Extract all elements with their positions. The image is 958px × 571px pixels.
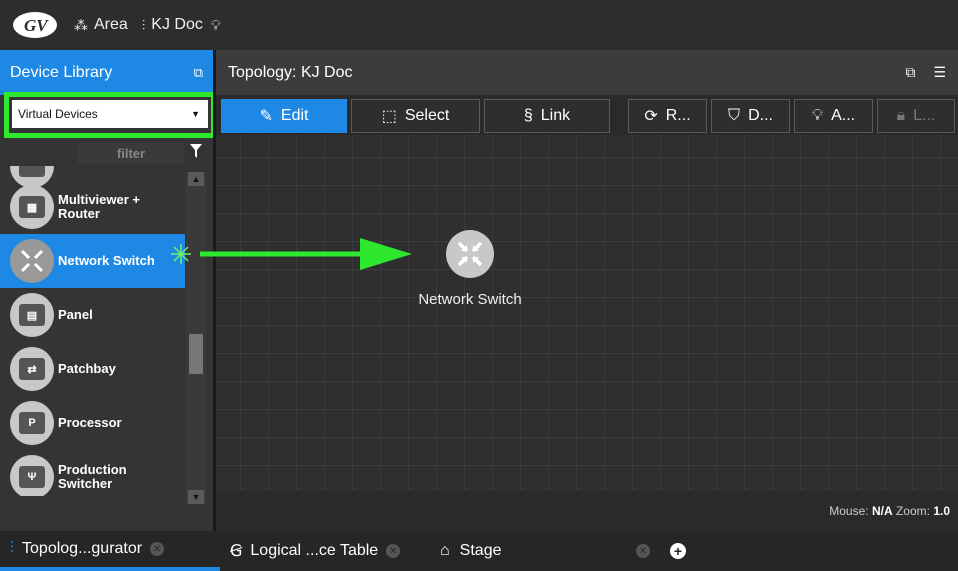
a-label: A... (831, 107, 856, 124)
edit-label: Edit (280, 107, 309, 124)
list-item-partial[interactable] (0, 166, 185, 188)
device-library-title: Device Library (10, 63, 113, 81)
area-menu[interactable]: ⁂ Area (74, 16, 128, 34)
tab-stage[interactable]: ⌂ Stage ✕ (430, 531, 660, 571)
edit-button[interactable]: ✎ Edit (221, 99, 347, 133)
chevron-down-icon: ▼ (191, 109, 200, 119)
topology-header: Topology: KJ Doc ⧉ ☰ (216, 50, 958, 95)
list-item-patchbay[interactable]: ⇄ Patchbay (0, 342, 185, 396)
bottom-tabs: ⫶ Topolog...gurator ✕ Ꞡ Logical ...ce Ta… (0, 531, 958, 571)
header-actions: ⧉ ☰ (906, 64, 946, 81)
zoom-label: Zoom: (895, 504, 930, 518)
add-tab-button[interactable]: + (660, 531, 696, 571)
status-bar: Mouse: N/A Zoom: 1.0 (216, 491, 958, 531)
close-icon[interactable]: ✕ (386, 544, 401, 558)
topology-panel: Topology: KJ Doc ⧉ ☰ ✎ Edit ⬚ Select § Link… (216, 50, 958, 531)
item-label: Panel (58, 307, 93, 322)
pencil-icon: ✎ (259, 108, 273, 125)
lock-icon: 🔒︎ (896, 107, 906, 124)
menu-icon[interactable]: ☰ (933, 64, 946, 80)
scrollbar-thumb[interactable] (189, 334, 203, 374)
mouse-value: N/A (871, 504, 893, 518)
lock-button[interactable]: 🔒︎ L... (877, 99, 955, 133)
link-button[interactable]: § Link (484, 99, 610, 133)
mouse-label: Mouse: (829, 504, 869, 518)
network-switch-node-label: Network Switch (418, 291, 522, 308)
undock-icon[interactable]: ⧉ (906, 64, 916, 80)
device-list-scrollbar[interactable]: ▲ ▼ (186, 172, 206, 504)
refresh-label: R... (665, 107, 691, 124)
cursor-select-icon: ⬚ (381, 108, 397, 125)
doc-menu[interactable]: ⫶ KJ Doc 💡︎ (142, 16, 227, 34)
area-icon: ⁂ (74, 16, 88, 33)
zoom-value: 1.0 (933, 504, 950, 518)
svg-text:GV: GV (24, 16, 49, 35)
scroll-down-icon[interactable]: ▼ (188, 490, 204, 504)
topology-canvas[interactable]: Network Switch (216, 135, 958, 491)
refresh-button[interactable]: ⟳ R... (628, 99, 707, 133)
item-label: Network Switch (58, 253, 155, 268)
topology-title: Topology: KJ Doc (228, 63, 353, 81)
list-item-multiviewer-router[interactable]: ▦ Multiviewer + Router (0, 180, 185, 234)
production-switcher-icon: Ψ (10, 455, 54, 496)
select-button[interactable]: ⬚ Select (351, 99, 480, 133)
device-category-dropdown[interactable]: Virtual Devices ▼ (12, 100, 208, 128)
filter-input[interactable]: filter (78, 142, 184, 164)
shield-icon: ⛉ (728, 107, 741, 124)
panel-icon: ▤ (10, 293, 54, 337)
d-label: D... (748, 107, 773, 124)
logical-icon: Ꞡ (230, 543, 243, 560)
lightbulb-icon: 💡︎ (811, 107, 824, 124)
list-item-panel[interactable]: ▤ Panel (0, 288, 185, 342)
list-item-processor[interactable]: P Processor (0, 396, 185, 450)
network-switch-node[interactable] (446, 230, 494, 278)
area-label: Area (94, 16, 128, 33)
tab-logical-device-table[interactable]: Ꞡ Logical ...ce Table ✕ (220, 531, 430, 571)
topology-icon: ⫶ (10, 540, 15, 557)
scroll-up-icon[interactable]: ▲ (188, 172, 204, 186)
doc-label: KJ Doc (151, 16, 203, 33)
network-switch-icon (10, 239, 54, 283)
device-library-header: Device Library ⧉ (0, 50, 213, 95)
tab-label: Logical ...ce Table (250, 542, 379, 559)
network-switch-icon (457, 241, 483, 267)
topology-icon: ⫶ (141, 16, 146, 33)
close-icon[interactable]: ✕ (636, 544, 650, 558)
item-label: Multiviewer + Router (58, 192, 140, 221)
tab-label: Stage (459, 542, 502, 559)
device-list: ▦ Multiviewer + Router Network Switch ▤ P… (0, 166, 185, 496)
plus-icon: + (670, 543, 686, 559)
filter-icon[interactable] (190, 144, 202, 158)
processor-icon: P (10, 401, 54, 445)
list-item-production-switcher[interactable]: Ψ Production Switcher (0, 450, 185, 496)
item-label: Production Switcher (58, 462, 127, 491)
close-icon[interactable]: ✕ (150, 542, 165, 556)
app-topbar: GV ⁂ Area ⫶ KJ Doc 💡︎ (0, 0, 958, 50)
tab-label: Topolog...gurator (22, 540, 143, 557)
select-label: Select (404, 107, 450, 124)
lightbulb-icon[interactable]: 💡︎ (211, 17, 221, 34)
patchbay-icon: ⇄ (10, 347, 54, 391)
link-icon: § (523, 107, 533, 124)
refresh-icon: ⟳ (644, 108, 658, 125)
item-label: Patchbay (58, 361, 116, 376)
topology-toolbar: ✎ Edit ⬚ Select § Link ⟳ R... ⛉ D... 💡︎ A... 🔒… (216, 95, 958, 135)
tab-topology-configurator[interactable]: ⫶ Topolog...gurator ✕ (0, 531, 220, 571)
multiviewer-router-icon: ▦ (10, 185, 54, 229)
d-button[interactable]: ⛉ D... (711, 99, 790, 133)
gv-logo[interactable]: GV (10, 8, 60, 42)
list-item-network-switch[interactable]: Network Switch (0, 234, 185, 288)
item-label: Processor (58, 415, 122, 430)
undock-icon[interactable]: ⧉ (194, 65, 203, 81)
lock-label: L... (913, 107, 936, 124)
device-category-value: Virtual Devices (18, 107, 98, 121)
link-label: Link (540, 107, 571, 124)
home-icon: ⌂ (440, 542, 450, 559)
a-button[interactable]: 💡︎ A... (794, 99, 873, 133)
